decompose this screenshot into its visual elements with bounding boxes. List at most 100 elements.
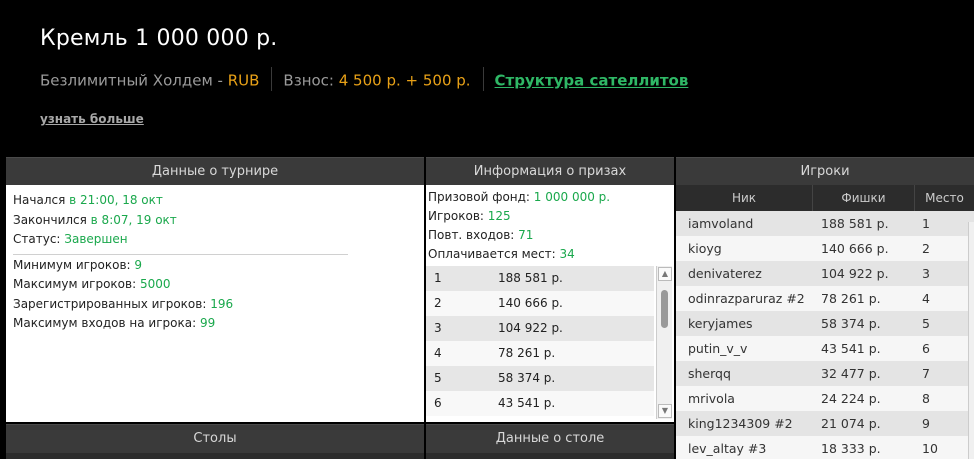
player-place: 1 <box>922 216 930 231</box>
ended-label: Закончился <box>13 212 91 227</box>
paid-places-row: Оплачивается мест: 34 <box>428 245 672 264</box>
reentries-value: 71 <box>518 228 534 242</box>
started-label: Начался <box>13 193 70 207</box>
player-row[interactable]: lev_altay #3 18 333 р. 10 <box>676 436 974 459</box>
player-chips: 24 224 р. <box>821 391 881 406</box>
player-nick: king1234309 #2 <box>688 416 793 431</box>
prize-pool-label: Призовой фонд: <box>428 190 534 204</box>
column-chips[interactable]: Фишки <box>813 185 915 211</box>
player-row[interactable]: odinrazparuraz #2 78 261 р. 4 <box>676 286 974 311</box>
prize-place: 3 <box>434 321 442 335</box>
game-type: Безлимитный Холдем - <box>40 71 228 90</box>
player-row[interactable]: king1234309 #2 21 074 р. 9 <box>676 411 974 436</box>
player-chips: 18 333 р. <box>821 441 881 456</box>
players-count-label: Игроков: <box>428 209 488 223</box>
players-table: iamvoland 188 581 р. 1 kioyg 140 666 р. 2 de… <box>676 211 974 459</box>
prize-amount: 78 261 р. <box>498 346 556 360</box>
status-label: Статус: <box>13 232 65 246</box>
scroll-up-icon[interactable]: ▲ <box>658 267 672 281</box>
prize-amount: 43 541 р. <box>498 396 556 410</box>
player-nick: lev_altay #3 <box>688 441 767 456</box>
max-entries-row: Максимум входов на игрока: 99 <box>13 314 417 334</box>
player-row[interactable]: mrivola 24 224 р. 8 <box>676 386 974 411</box>
prize-amount: 104 922 р. <box>498 321 563 335</box>
prize-row: 4 78 261 р. <box>426 341 654 366</box>
separator <box>482 67 484 91</box>
player-place: 10 <box>922 441 938 456</box>
player-chips: 43 541 р. <box>821 341 881 356</box>
player-nick: odinrazparuraz #2 <box>688 291 805 306</box>
player-place: 9 <box>922 416 930 431</box>
prize-amount: 140 666 р. <box>498 296 563 310</box>
divider <box>13 253 348 255</box>
player-place: 3 <box>922 266 930 281</box>
tables-column-strip <box>6 453 424 459</box>
prize-amount: 58 374 р. <box>498 371 556 385</box>
registered-value: 196 <box>210 296 234 311</box>
min-players-label: Минимум игроков: <box>13 257 135 272</box>
prize-table: 1 188 581 р. 2 140 666 р. 3 104 922 р. 4 78 … <box>426 266 654 416</box>
tournament-data-panel: Начался в 21:00, 18 окт Закончился в 8:0… <box>6 185 424 422</box>
players-header: Игроки <box>676 157 974 185</box>
separator <box>271 67 273 91</box>
prize-pool-value: 1 000 000 р. <box>533 190 611 204</box>
buyin-value: 4 500 р. + 500 р. <box>338 71 471 90</box>
player-place: 5 <box>922 316 930 331</box>
prize-summary: Призовой фонд: 1 000 000 р. Игроков: 125… <box>426 185 674 264</box>
player-row[interactable]: kioyg 140 666 р. 2 <box>676 236 974 261</box>
prize-row: 6 43 541 р. <box>426 391 654 416</box>
max-entries-value: 99 <box>199 316 216 330</box>
player-place: 7 <box>922 366 930 381</box>
column-nick[interactable]: Ник <box>676 185 813 211</box>
players-scrollbar[interactable] <box>968 222 974 459</box>
player-nick: putin_v_v <box>688 341 748 356</box>
player-nick: mrivola <box>688 391 735 406</box>
table-data-header: Данные о столе <box>426 424 674 453</box>
players-count-value: 125 <box>487 209 511 223</box>
max-players-value: 5000 <box>139 277 171 291</box>
column-place[interactable]: Место <box>915 185 974 211</box>
tournament-subline: Безлимитный Холдем - RUB Взнос: 4 500 р. … <box>40 67 689 93</box>
currency: RUB <box>227 71 260 90</box>
player-nick: kioyg <box>688 241 722 256</box>
player-row[interactable]: denivaterez 104 922 р. 3 <box>676 261 974 286</box>
max-players-row: Максимум игроков: 5000 <box>13 275 417 295</box>
player-place: 2 <box>922 241 930 256</box>
player-chips: 21 074 р. <box>821 416 881 431</box>
player-row[interactable]: iamvoland 188 581 р. 1 <box>676 211 974 236</box>
player-chips: 32 477 р. <box>821 366 881 381</box>
prize-place: 2 <box>434 296 442 310</box>
player-place: 8 <box>922 391 930 406</box>
learn-more-link[interactable]: узнать больше <box>40 112 144 126</box>
player-nick: iamvoland <box>688 216 754 231</box>
prize-place: 1 <box>434 271 442 285</box>
player-row[interactable]: keryjames 58 374 р. 5 <box>676 311 974 336</box>
status-value: Завершен <box>64 232 128 246</box>
prize-scrollbar[interactable]: ▲ ▼ <box>656 266 672 419</box>
ended-value: в 8:07, 19 окт <box>90 212 177 227</box>
tables-header: Столы <box>6 424 424 453</box>
player-nick: keryjames <box>688 316 753 331</box>
player-row[interactable]: putin_v_v 43 541 р. 6 <box>676 336 974 361</box>
paid-places-value: 34 <box>559 247 575 261</box>
player-row[interactable]: sherqq 32 477 р. 7 <box>676 361 974 386</box>
tournament-data-header: Данные о турнире <box>6 157 424 185</box>
scroll-thumb[interactable] <box>661 290 668 328</box>
tournament-title: Кремль 1 000 000 р. <box>40 26 278 51</box>
ended-row: Закончился в 8:07, 19 окт <box>13 211 417 231</box>
player-chips: 188 581 р. <box>821 216 889 231</box>
prize-pool-row: Призовой фонд: 1 000 000 р. <box>428 188 672 207</box>
registered-label: Зарегистрированных игроков: <box>13 296 211 311</box>
buyin-label: Взнос: <box>283 71 339 90</box>
players-column-headers: Ник Фишки Место <box>676 185 974 211</box>
satellite-structure-link[interactable]: Структура сателлитов <box>495 72 689 90</box>
started-value: в 21:00, 18 окт <box>69 193 163 207</box>
prize-info-panel: Призовой фонд: 1 000 000 р. Игроков: 125… <box>426 185 674 422</box>
player-chips: 140 666 р. <box>821 241 889 256</box>
prize-info-header: Информация о призах <box>426 157 674 185</box>
prize-place: 5 <box>434 371 442 385</box>
player-place: 4 <box>922 291 930 306</box>
player-chips: 78 261 р. <box>821 291 881 306</box>
scroll-down-icon[interactable]: ▼ <box>658 404 672 418</box>
prize-row: 5 58 374 р. <box>426 366 654 391</box>
